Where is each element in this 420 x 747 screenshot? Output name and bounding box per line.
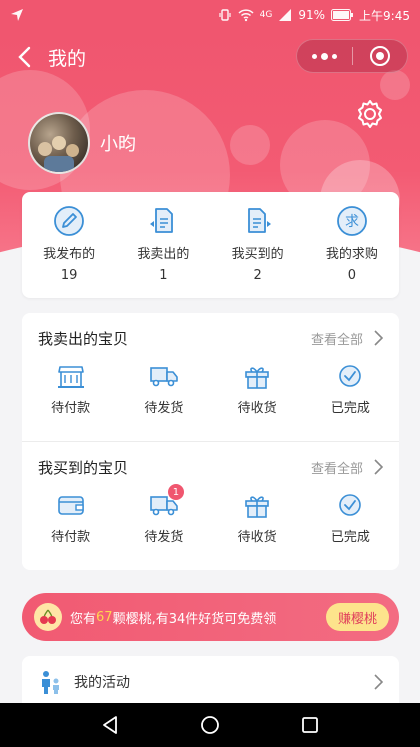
section-title: 我卖出的宝贝 xyxy=(38,329,129,348)
cherry-icon xyxy=(34,603,62,631)
section-title: 我买到的宝贝 xyxy=(38,458,129,477)
stat-label: 我发布的 xyxy=(43,247,96,262)
stat-count: 1 xyxy=(159,268,168,283)
stat-published[interactable]: 我发布的 19 xyxy=(29,205,109,283)
stats-card: 我发布的 19 我卖出的 1 我买到的 2 求 我的求购 0 xyxy=(22,192,399,298)
stat-count: 19 xyxy=(60,268,78,283)
gift-icon xyxy=(245,367,269,389)
settings-gear-icon[interactable] xyxy=(354,98,386,130)
bought-pending-payment[interactable]: 待付款 xyxy=(31,492,111,545)
status-label: 待付款 xyxy=(51,530,91,545)
gift-icon xyxy=(245,496,269,518)
pen-icon xyxy=(54,206,85,236)
system-navigation-bar xyxy=(0,703,420,747)
back-button[interactable] xyxy=(2,35,46,79)
status-label: 待发货 xyxy=(144,530,184,545)
document-bought-icon xyxy=(247,208,271,233)
stat-label: 我的求购 xyxy=(325,247,378,262)
triangle-back-icon xyxy=(103,716,117,734)
target-circle-icon xyxy=(369,46,390,66)
more-button[interactable] xyxy=(297,52,352,60)
status-label: 已完成 xyxy=(330,530,370,545)
activity-label: 我的活动 xyxy=(74,675,130,691)
status-label: 已完成 xyxy=(330,401,370,416)
sold-pending-shipment[interactable]: 待发货 xyxy=(124,363,204,416)
clock: 上午9:45 xyxy=(359,8,410,23)
stat-count: 0 xyxy=(347,268,357,283)
earn-cherries-button[interactable]: 赚樱桃 xyxy=(325,603,389,631)
wallet-icon xyxy=(57,496,84,515)
view-all-bought-button[interactable]: 查看全部 xyxy=(311,458,383,477)
banner-suffix: 颗樱桃,有34件好货可免费领 xyxy=(112,611,277,627)
view-all-label: 查看全部 xyxy=(310,461,363,477)
nickname: 小昀 xyxy=(100,134,136,155)
network-type: 4G xyxy=(259,10,273,20)
banner-prefix: 您有 xyxy=(70,611,97,627)
truck-icon xyxy=(150,367,178,387)
vibrate-icon xyxy=(219,9,231,21)
stat-label: 我买到的 xyxy=(231,247,284,262)
navigation-bar: 我的 xyxy=(0,30,420,84)
check-circle-icon xyxy=(339,365,362,387)
system-recents-button[interactable] xyxy=(290,705,330,745)
cherry-count: 67 xyxy=(96,609,113,625)
battery-icon xyxy=(331,9,354,21)
status-label: 待收货 xyxy=(237,530,277,545)
sold-pending-payment[interactable]: 待付款 xyxy=(31,363,111,416)
circle-home-icon xyxy=(201,716,219,734)
stat-count: 2 xyxy=(253,268,262,283)
square-recents-icon xyxy=(302,717,318,733)
battery-percent: 91% xyxy=(298,8,326,22)
bought-completed[interactable]: 已完成 xyxy=(310,492,390,545)
close-mini-program-button[interactable] xyxy=(352,45,407,67)
chevron-left-icon xyxy=(18,46,31,68)
my-activities-row[interactable]: 我的活动 xyxy=(22,656,399,708)
family-icon xyxy=(42,671,59,694)
signal-icon xyxy=(279,9,292,21)
page-title: 我的 xyxy=(48,47,87,70)
chevron-right-icon xyxy=(374,330,383,346)
status-label: 待发货 xyxy=(144,401,184,416)
sold-pending-receipt[interactable]: 待收货 xyxy=(217,363,297,416)
chevron-right-icon xyxy=(374,674,383,690)
stat-requests[interactable]: 求 我的求购 0 xyxy=(312,205,392,283)
svg-text:求: 求 xyxy=(345,214,359,230)
orders-card: 我卖出的宝贝 查看全部 待付款 待发货 待收货 已完成 我买到的宝贝 查看全部 … xyxy=(22,313,399,570)
check-circle-icon xyxy=(339,494,362,516)
chevron-right-icon xyxy=(374,459,383,475)
system-home-button[interactable] xyxy=(190,705,230,745)
stat-bought[interactable]: 我买到的 2 xyxy=(218,205,298,283)
bought-pending-shipment[interactable]: 1 待发货 xyxy=(124,484,204,545)
status-label: 待收货 xyxy=(237,401,277,416)
navigation-arrow-icon xyxy=(11,9,23,21)
shop-icon xyxy=(57,366,84,388)
view-all-label: 查看全部 xyxy=(310,332,363,348)
stat-sold[interactable]: 我卖出的 1 xyxy=(123,205,203,283)
bought-section: 我买到的宝贝 查看全部 待付款 1 待发货 待收货 已完成 xyxy=(22,441,399,569)
status-label: 待付款 xyxy=(51,401,91,416)
cherry-banner[interactable]: 您有 67 颗樱桃,有34件好货可免费领 赚樱桃 xyxy=(22,593,399,641)
avatar[interactable] xyxy=(28,112,90,174)
stat-label: 我卖出的 xyxy=(137,247,190,262)
mini-program-capsule xyxy=(296,39,408,73)
status-bar: 4G 91% 上午9:45 xyxy=(0,0,420,30)
request-icon: 求 xyxy=(336,206,367,236)
document-sold-icon xyxy=(150,208,174,233)
notification-badge: 1 xyxy=(167,484,184,500)
system-back-button[interactable] xyxy=(90,705,130,745)
earn-cherries-label: 赚樱桃 xyxy=(337,611,377,627)
wifi-icon xyxy=(238,9,254,22)
sold-section: 我卖出的宝贝 查看全部 待付款 待发货 待收货 已完成 xyxy=(22,313,399,441)
user-profile: 小昀 xyxy=(28,112,136,174)
bought-pending-receipt[interactable]: 待收货 xyxy=(217,492,297,545)
sold-completed[interactable]: 已完成 xyxy=(310,363,390,416)
view-all-sold-button[interactable]: 查看全部 xyxy=(311,329,383,348)
